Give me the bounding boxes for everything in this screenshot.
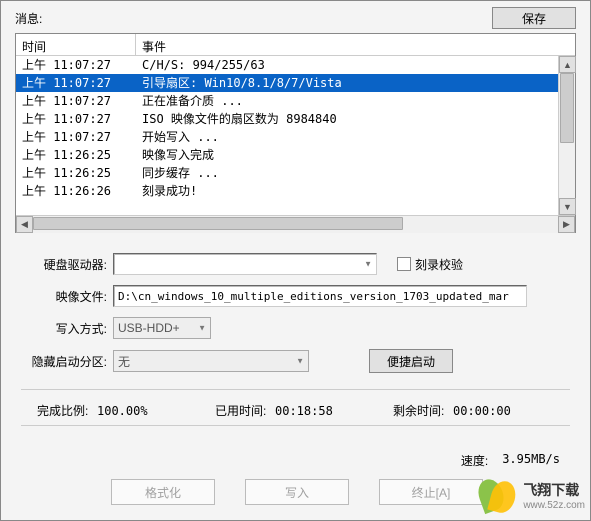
scroll-thumb-horizontal[interactable] xyxy=(33,217,403,230)
horizontal-scrollbar[interactable]: ◀ ▶ xyxy=(16,215,575,232)
ratio-value: 100.00% xyxy=(97,404,175,418)
log-time: 上午 11:07:27 xyxy=(16,110,136,128)
remain-label: 剩余时间: xyxy=(393,402,453,419)
log-header: 时间 事件 xyxy=(16,34,575,56)
save-button[interactable]: 保存 xyxy=(492,7,576,29)
message-label: 消息: xyxy=(15,10,42,27)
log-time: 上午 11:26:26 xyxy=(16,182,136,200)
writemode-value: USB-HDD+ xyxy=(118,321,180,335)
divider xyxy=(21,425,570,426)
log-row[interactable]: 上午 11:26:26刻录成功! xyxy=(16,182,558,200)
log-row[interactable]: 上午 11:26:25同步缓存 ... xyxy=(16,164,558,182)
log-event: 刻录成功! xyxy=(136,182,558,200)
write-button[interactable]: 写入 xyxy=(245,479,349,505)
writemode-combo[interactable]: USB-HDD+ ▼ xyxy=(113,317,211,339)
log-event: ISO 映像文件的扇区数为 8984840 xyxy=(136,110,558,128)
log-event: 开始写入 ... xyxy=(136,128,558,146)
log-row[interactable]: 上午 11:07:27C/H/S: 994/255/63 xyxy=(16,56,558,74)
speed-row: 速度: 3.95MB/s xyxy=(1,432,590,473)
log-event: 同步缓存 ... xyxy=(136,164,558,182)
ratio-label: 完成比例: xyxy=(37,402,97,419)
window: 消息: 保存 时间 事件 上午 11:07:27C/H/S: 994/255/6… xyxy=(0,0,591,521)
image-value: D:\cn_windows_10_multiple_editions_versi… xyxy=(118,290,509,303)
log-time: 上午 11:07:27 xyxy=(16,92,136,110)
vertical-scrollbar[interactable]: ▲ ▼ xyxy=(558,56,575,215)
image-label: 映像文件: xyxy=(21,288,113,305)
image-combo[interactable]: D:\cn_windows_10_multiple_editions_versi… xyxy=(113,285,527,307)
log-col-time[interactable]: 时间 xyxy=(16,34,136,55)
log-time: 上午 11:26:25 xyxy=(16,146,136,164)
log-row[interactable]: 上午 11:07:27引导扇区: Win10/8.1/8/7/Vista xyxy=(16,74,558,92)
writemode-label: 写入方式: xyxy=(21,320,113,337)
divider xyxy=(21,389,570,390)
chevron-down-icon: ▼ xyxy=(364,260,372,269)
log-time: 上午 11:07:27 xyxy=(16,74,136,92)
hidepart-combo[interactable]: 无 ▼ xyxy=(113,350,309,372)
remain-value: 00:00:00 xyxy=(453,404,531,418)
log-row[interactable]: 上午 11:07:27正在准备介质 ... xyxy=(16,92,558,110)
speed-value: 3.95MB/s xyxy=(502,452,560,469)
bottom-buttons: 格式化 写入 终止[A] xyxy=(1,473,590,515)
hidepart-label: 隐藏启动分区: xyxy=(21,353,113,370)
hidepart-value: 无 xyxy=(118,353,130,370)
log-area: 时间 事件 上午 11:07:27C/H/S: 994/255/63上午 11:… xyxy=(15,33,576,233)
scroll-right-icon[interactable]: ▶ xyxy=(558,216,575,233)
log-col-event[interactable]: 事件 xyxy=(136,34,575,55)
scroll-thumb-vertical[interactable] xyxy=(560,73,574,143)
log-time: 上午 11:07:27 xyxy=(16,56,136,74)
log-row[interactable]: 上午 11:26:25映像写入完成 xyxy=(16,146,558,164)
format-button[interactable]: 格式化 xyxy=(111,479,215,505)
form-area: 硬盘驱动器: ▼ 刻录校验 映像文件: D:\cn_windows_10_mul… xyxy=(21,253,570,383)
log-time: 上午 11:26:25 xyxy=(16,164,136,182)
elapsed-value: 00:18:58 xyxy=(275,404,353,418)
topbar: 消息: 保存 xyxy=(1,1,590,33)
progress-row: 完成比例: 100.00% 已用时间: 00:18:58 剩余时间: 00:00… xyxy=(1,396,590,419)
log-event: C/H/S: 994/255/63 xyxy=(136,56,558,74)
chevron-down-icon: ▼ xyxy=(296,357,304,366)
log-event: 引导扇区: Win10/8.1/8/7/Vista xyxy=(136,74,558,92)
verify-label: 刻录校验 xyxy=(415,256,463,273)
elapsed-label: 已用时间: xyxy=(215,402,275,419)
log-event: 映像写入完成 xyxy=(136,146,558,164)
scroll-left-icon[interactable]: ◀ xyxy=(16,216,33,233)
drive-combo[interactable]: ▼ xyxy=(113,253,377,275)
scroll-down-icon[interactable]: ▼ xyxy=(559,198,576,215)
speed-label: 速度: xyxy=(461,452,488,469)
log-row[interactable]: 上午 11:07:27开始写入 ... xyxy=(16,128,558,146)
log-event: 正在准备介质 ... xyxy=(136,92,558,110)
chevron-down-icon: ▼ xyxy=(198,324,206,333)
log-body[interactable]: 上午 11:07:27C/H/S: 994/255/63上午 11:07:27引… xyxy=(16,56,558,200)
scroll-up-icon[interactable]: ▲ xyxy=(559,56,576,73)
drive-label: 硬盘驱动器: xyxy=(21,256,113,273)
quickboot-button[interactable]: 便捷启动 xyxy=(369,349,453,373)
verify-checkbox[interactable] xyxy=(397,257,411,271)
log-row[interactable]: 上午 11:07:27ISO 映像文件的扇区数为 8984840 xyxy=(16,110,558,128)
log-time: 上午 11:07:27 xyxy=(16,128,136,146)
stop-button[interactable]: 终止[A] xyxy=(379,479,483,505)
